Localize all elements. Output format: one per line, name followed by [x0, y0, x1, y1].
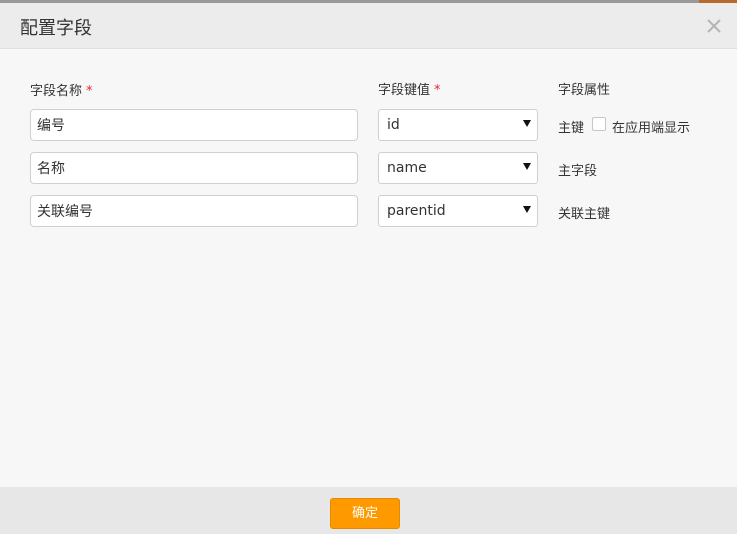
- dialog-title: 配置字段: [20, 18, 92, 39]
- show-in-app-checkbox[interactable]: [592, 117, 606, 131]
- required-mark: *: [86, 84, 93, 99]
- dialog-header: 配置字段: [0, 3, 737, 49]
- dropdown-arrow-icon: [523, 120, 531, 127]
- dialog-footer: 确定: [0, 487, 737, 534]
- field-key-select-value: id: [387, 117, 400, 133]
- field-attr-label: 字段属性: [558, 83, 611, 98]
- field-name-label: 字段名称 *: [30, 80, 93, 99]
- field-name-input[interactable]: [30, 195, 358, 227]
- field-attr-text: 主键: [558, 121, 585, 136]
- field-name-input[interactable]: [30, 109, 358, 141]
- show-in-app-label: 在应用端显示: [612, 121, 691, 136]
- field-key-select[interactable]: parentid: [378, 195, 538, 227]
- field-key-select[interactable]: name: [378, 152, 538, 184]
- field-key-select-value: parentid: [387, 203, 446, 219]
- field-name-label-text: 字段名称: [30, 84, 83, 99]
- field-attr-text: 主字段: [558, 164, 598, 179]
- required-mark: *: [434, 83, 441, 98]
- field-key-select[interactable]: id: [378, 109, 538, 141]
- dropdown-arrow-icon: [523, 163, 531, 170]
- field-key-select-value: name: [387, 160, 427, 176]
- field-name-input[interactable]: [30, 152, 358, 184]
- close-icon[interactable]: [703, 15, 725, 37]
- dropdown-arrow-icon: [523, 206, 531, 213]
- config-fields-dialog: 配置字段 字段名称* 字段键值* 字段属性 id 主键 在应用端显示 name …: [0, 0, 737, 534]
- confirm-button[interactable]: 确定: [330, 498, 400, 529]
- field-attr-text: 关联主键: [558, 207, 611, 222]
- field-key-label: 字段键值 *: [378, 79, 441, 98]
- field-key-label-text: 字段键值: [378, 83, 431, 98]
